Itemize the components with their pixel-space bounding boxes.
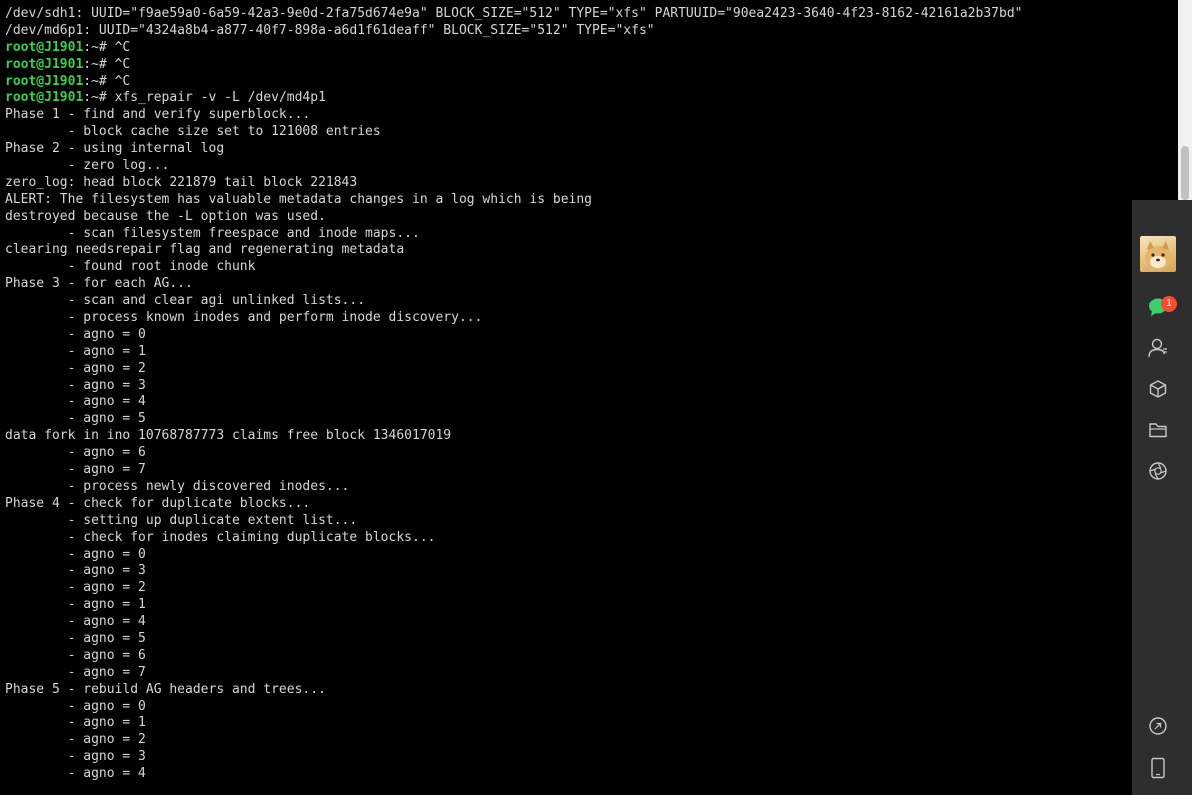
output-line: - agno = 1	[5, 343, 146, 359]
output-line: - agno = 2	[5, 580, 146, 596]
output-line: - agno = 1	[5, 715, 146, 731]
output-line: clearing needsrepair flag and regenerati…	[5, 242, 405, 258]
output-line: /dev/md6p1: UUID="4324a8b4-a877-40f7-898…	[5, 22, 655, 38]
output-line: Phase 2 - using internal log	[5, 141, 225, 157]
prompt-command: :~# xfs_repair -v -L /dev/md4p1	[83, 90, 326, 106]
output-line: - agno = 7	[5, 664, 146, 680]
prompt-line: root@J1901:~# ^C	[5, 74, 1178, 91]
phone-button[interactable]	[1132, 751, 1184, 785]
terminal-window: /dev/sdh1: UUID="f9ae59a0-6a59-42a3-9e0d…	[0, 0, 1192, 795]
side-dock: 1	[1132, 200, 1192, 795]
output-line: zero_log: head block 221879 tail block 2…	[5, 174, 358, 190]
output-line: - agno = 3	[5, 377, 146, 393]
output-line: - agno = 3	[5, 749, 146, 765]
output-line: - agno = 0	[5, 546, 146, 562]
output-line: ALERT: The filesystem has valuable metad…	[5, 191, 592, 207]
prompt-line: root@J1901:~# xfs_repair -v -L /dev/md4p…	[5, 90, 1178, 107]
output-line: - agno = 0	[5, 326, 146, 342]
scrollbar-thumb[interactable]	[1181, 146, 1189, 200]
output-line: - agno = 4	[5, 394, 146, 410]
output-line: - agno = 3	[5, 563, 146, 579]
output-line: Phase 1 - find and verify superblock...	[5, 107, 311, 123]
output-line: destroyed because the -L option was used…	[5, 208, 326, 224]
prompt-command: :~# ^C	[83, 39, 131, 55]
prompt-command: :~# ^C	[83, 73, 131, 89]
mini-programs-button[interactable]	[1132, 372, 1184, 406]
prompt-user-host: root@J1901	[5, 39, 84, 55]
unread-badge: 1	[1161, 296, 1177, 312]
output-line: Phase 5 - rebuild AG headers and trees..…	[5, 681, 326, 697]
terminal-scrollbar[interactable]	[1178, 0, 1192, 200]
prompt-user-host: root@J1901	[5, 90, 84, 106]
output-line: - process known inodes and perform inode…	[5, 310, 483, 326]
output-line: data fork in ino 10768787773 claims free…	[5, 428, 452, 444]
aperture-icon	[1149, 462, 1167, 480]
output-line: - agno = 4	[5, 766, 146, 782]
files-button[interactable]	[1132, 413, 1184, 447]
output-line: - agno = 4	[5, 614, 146, 630]
output-line: - agno = 0	[5, 698, 146, 714]
output-line: - agno = 2	[5, 360, 146, 376]
link-icon	[1149, 717, 1167, 735]
terminal-output[interactable]: /dev/sdh1: UUID="f9ae59a0-6a59-42a3-9e0d…	[0, 0, 1178, 795]
folder-icon	[1149, 423, 1167, 438]
phone-icon	[1151, 757, 1165, 779]
output-line: - scan and clear agi unlinked lists...	[5, 293, 366, 309]
prompt-user-host: root@J1901	[5, 56, 84, 72]
prompt-command: :~# ^C	[83, 56, 131, 72]
output-line: Phase 4 - check for duplicate blocks...	[5, 495, 311, 511]
output-line: - agno = 7	[5, 462, 146, 478]
output-line: - check for inodes claiming duplicate bl…	[5, 529, 436, 545]
output-line: - block cache size set to 121008 entries	[5, 124, 381, 140]
output-line: - found root inode chunk	[5, 259, 256, 275]
output-line: /dev/sdh1: UUID="f9ae59a0-6a59-42a3-9e0d…	[5, 6, 1023, 21]
prompt-line: root@J1901:~# ^C	[5, 40, 1178, 57]
output-line: - agno = 6	[5, 647, 146, 663]
output-line: - agno = 5	[5, 411, 146, 427]
prompt-user-host: root@J1901	[5, 73, 84, 89]
output-line: - agno = 2	[5, 732, 146, 748]
output-line: Phase 3 - for each AG...	[5, 276, 193, 292]
prompt-line: root@J1901:~# ^C	[5, 57, 1178, 74]
output-line: - agno = 1	[5, 597, 146, 613]
output-line: - process newly discovered inodes...	[5, 478, 350, 494]
channels-button[interactable]	[1132, 709, 1184, 743]
output-line: - agno = 5	[5, 630, 146, 646]
output-line: - setting up duplicate extent list...	[5, 512, 358, 528]
cube-icon	[1149, 380, 1167, 398]
output-line: - agno = 6	[5, 445, 146, 461]
output-line: - zero log...	[5, 158, 170, 174]
contacts-button[interactable]	[1132, 331, 1184, 365]
contacts-icon	[1148, 338, 1167, 358]
avatar[interactable]	[1140, 236, 1176, 272]
output-line: - scan filesystem freespace and inode ma…	[5, 225, 420, 241]
moments-button[interactable]	[1132, 454, 1184, 488]
